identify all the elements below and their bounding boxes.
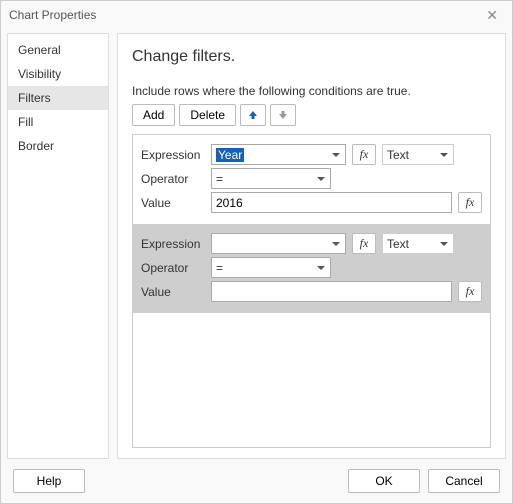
- value-label: Value: [141, 196, 205, 210]
- instruction-text: Include rows where the following conditi…: [132, 84, 491, 98]
- operator-select[interactable]: =: [211, 257, 331, 278]
- type-value: Text: [387, 148, 409, 162]
- expression-fx-button[interactable]: fx: [352, 144, 376, 165]
- filter-toolbar: Add Delete: [132, 104, 491, 126]
- ok-button[interactable]: OK: [348, 469, 420, 493]
- titlebar: Chart Properties ✕: [1, 1, 512, 29]
- help-button[interactable]: Help: [13, 469, 85, 493]
- sidebar-item-filters[interactable]: Filters: [8, 86, 108, 110]
- arrow-down-icon: [277, 109, 289, 121]
- content-panel: Change filters. Include rows where the f…: [117, 33, 506, 459]
- expression-fx-button[interactable]: fx: [352, 233, 376, 254]
- delete-button[interactable]: Delete: [179, 104, 236, 126]
- dialog-footer: Help OK Cancel: [1, 459, 512, 503]
- type-select[interactable]: Text: [382, 233, 454, 254]
- move-down-button[interactable]: [270, 104, 296, 126]
- operator-label: Operator: [141, 261, 205, 275]
- filter-row[interactable]: Expression fx Text Operator =: [133, 224, 490, 313]
- sidebar: General Visibility Filters Fill Border: [7, 33, 109, 459]
- sidebar-item-fill[interactable]: Fill: [8, 110, 108, 134]
- chart-properties-dialog: Chart Properties ✕ General Visibility Fi…: [0, 0, 513, 504]
- filter-row[interactable]: Expression Year fx Text Operator =: [133, 135, 490, 224]
- value-input[interactable]: [211, 192, 452, 213]
- expression-select[interactable]: Year: [211, 144, 346, 165]
- cancel-button[interactable]: Cancel: [428, 469, 500, 493]
- expression-value: Year: [216, 148, 244, 162]
- value-input[interactable]: [211, 281, 452, 302]
- operator-label: Operator: [141, 172, 205, 186]
- filters-list: Expression Year fx Text Operator =: [132, 134, 491, 448]
- footer-right-group: OK Cancel: [348, 469, 500, 493]
- expression-select[interactable]: [211, 233, 346, 254]
- value-fx-button[interactable]: fx: [458, 192, 482, 213]
- operator-value: =: [216, 261, 223, 275]
- add-button[interactable]: Add: [132, 104, 175, 126]
- sidebar-item-border[interactable]: Border: [8, 134, 108, 158]
- operator-select[interactable]: =: [211, 168, 331, 189]
- sidebar-item-visibility[interactable]: Visibility: [8, 62, 108, 86]
- dialog-body: General Visibility Filters Fill Border C…: [1, 29, 512, 459]
- page-heading: Change filters.: [132, 48, 491, 66]
- value-label: Value: [141, 285, 205, 299]
- arrow-up-icon: [247, 109, 259, 121]
- expression-label: Expression: [141, 148, 205, 162]
- expression-label: Expression: [141, 237, 205, 251]
- dialog-title: Chart Properties: [9, 8, 96, 22]
- type-value: Text: [387, 237, 409, 251]
- close-icon[interactable]: ✕: [480, 5, 504, 26]
- operator-value: =: [216, 172, 223, 186]
- sidebar-item-general[interactable]: General: [8, 38, 108, 62]
- move-up-button[interactable]: [240, 104, 266, 126]
- type-select[interactable]: Text: [382, 144, 454, 165]
- value-fx-button[interactable]: fx: [458, 281, 482, 302]
